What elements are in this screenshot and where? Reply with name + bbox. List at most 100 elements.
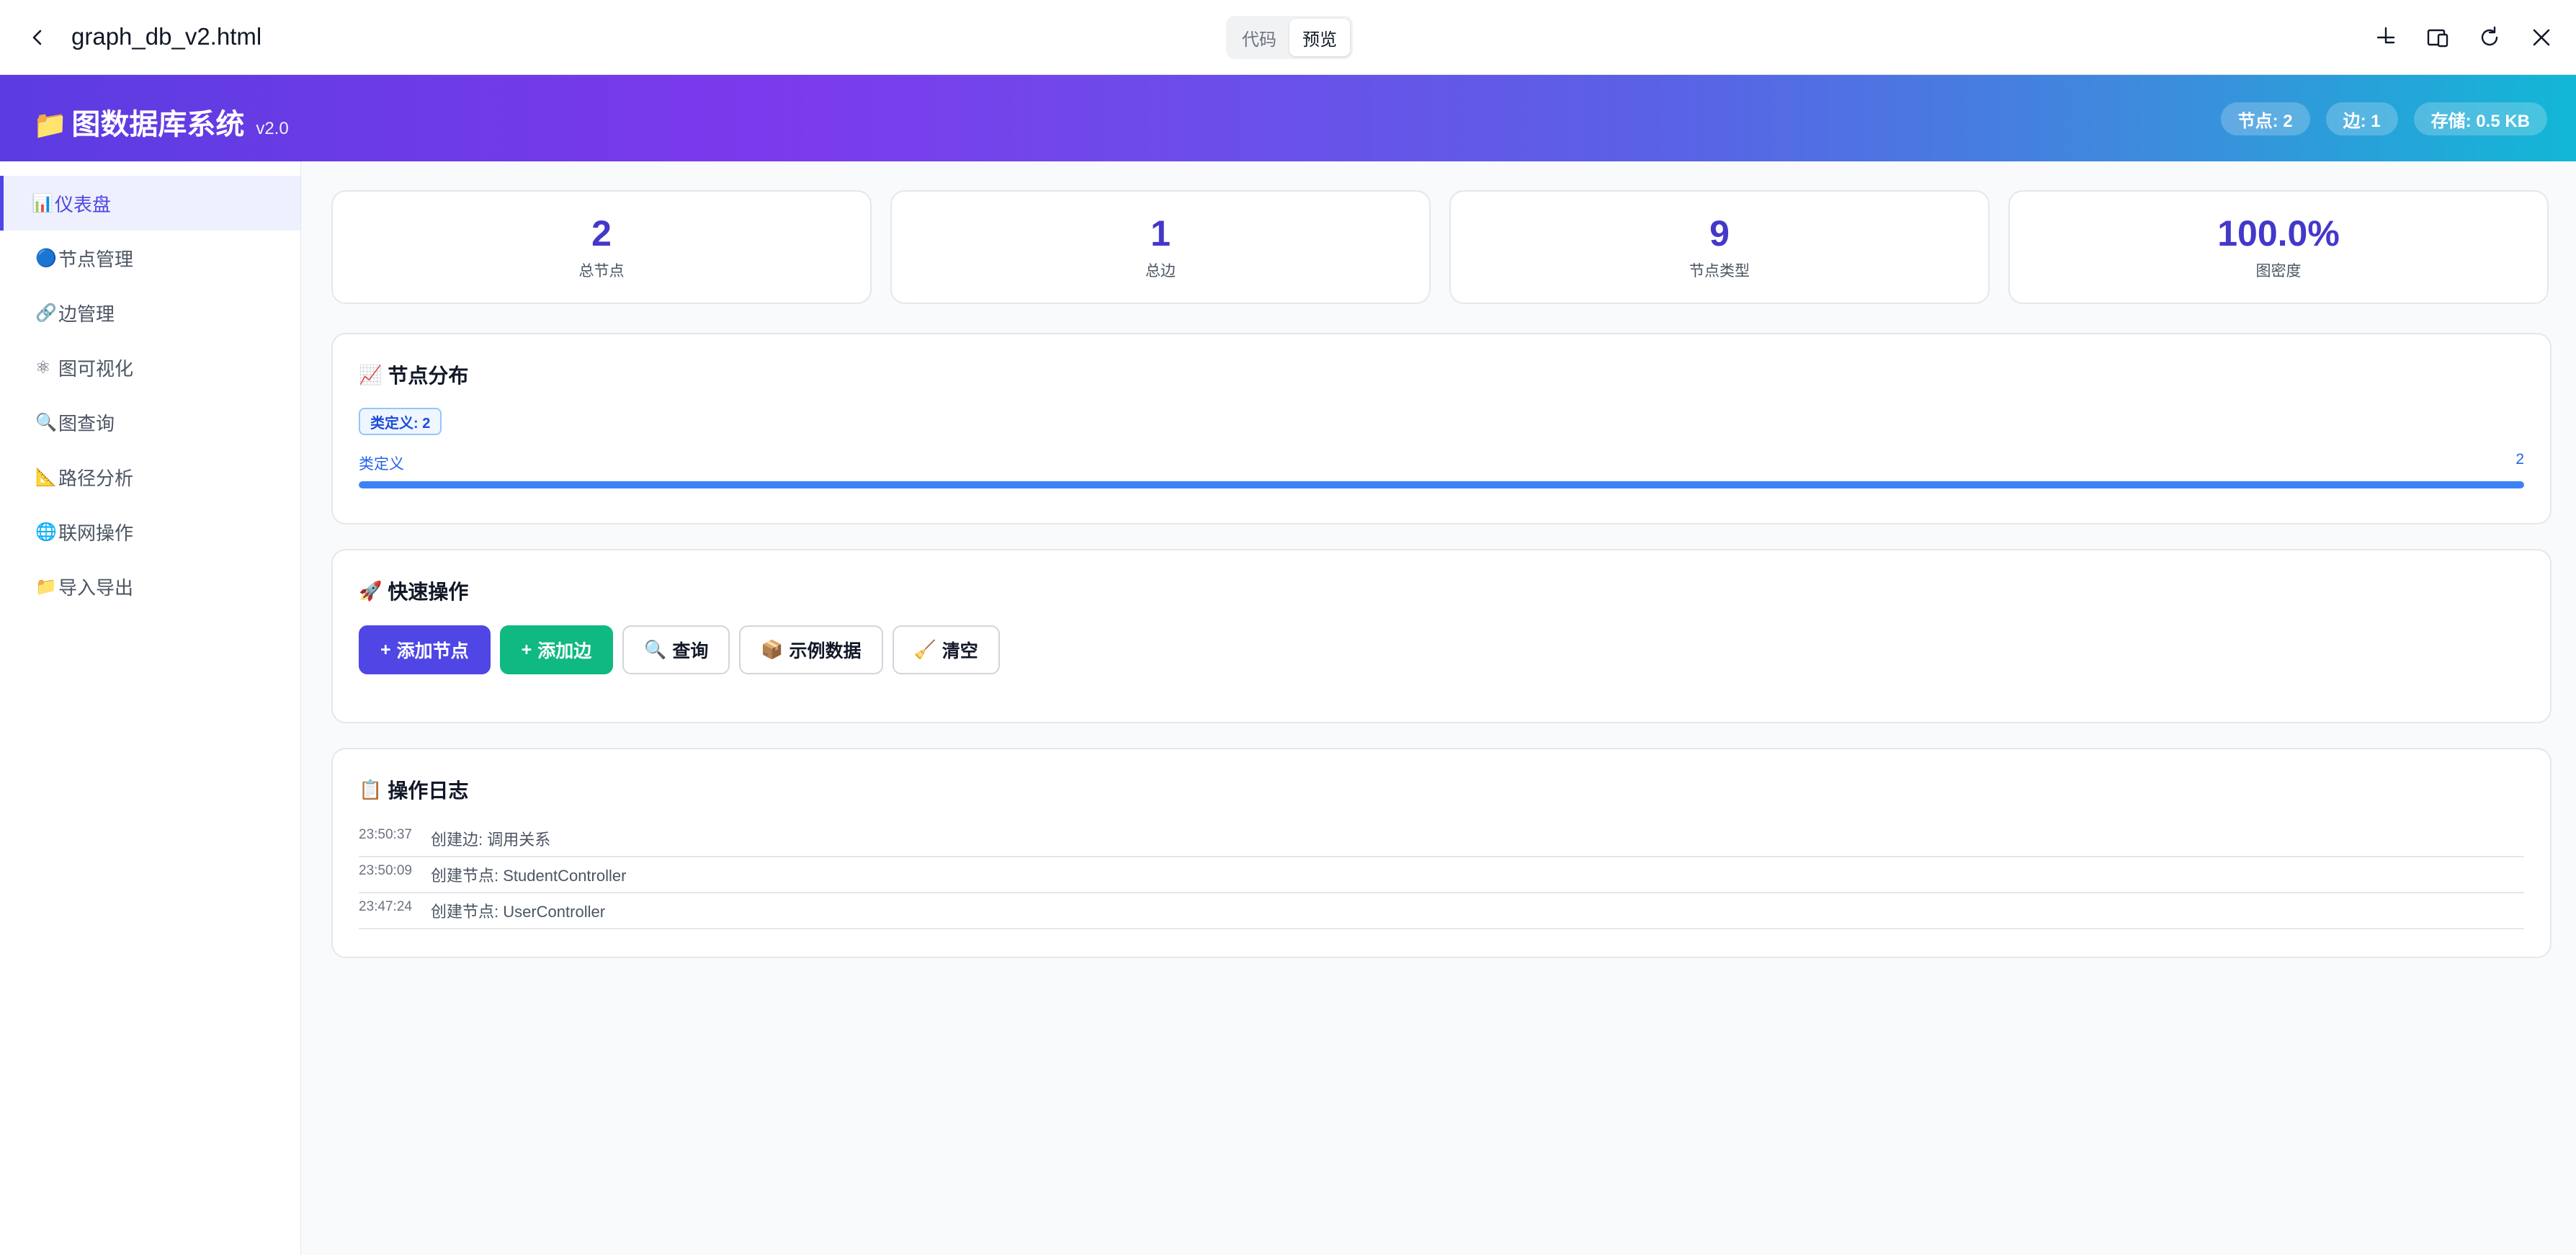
log-text: 创建节点: UserController xyxy=(431,903,606,921)
plus-icon: + xyxy=(521,639,532,660)
sidebar-item-path-analysis[interactable]: 📐 路径分析 xyxy=(0,450,300,504)
search-icon: 🔍 xyxy=(35,412,57,432)
node-count-badge: 节点: 2 xyxy=(2220,102,2310,135)
panel-title: 🚀 快速操作 xyxy=(359,576,468,605)
refresh-icon[interactable] xyxy=(2474,22,2505,53)
app-version: v2.0 xyxy=(256,119,289,138)
stat-card-total-nodes: 2 总节点 xyxy=(331,190,872,304)
sidebar-item-label: 联网操作 xyxy=(58,522,134,544)
quick-actions-panel: 🚀 快速操作 + 添加节点 + 添加边 🔍 查询 📦 示例数据 🧹 清空 xyxy=(331,549,2552,723)
clear-button[interactable]: 🧹 清空 xyxy=(892,625,1000,674)
app-header: 📁 图数据库系统 v2.0 节点: 2 边: 1 存储: 0.5 KB xyxy=(0,75,2576,161)
device-icon[interactable] xyxy=(2422,22,2454,53)
brand: 📁 图数据库系统 v2.0 xyxy=(33,101,289,143)
stat-label: 总边 xyxy=(1145,262,1176,280)
button-label: 示例数据 xyxy=(789,641,862,661)
stat-card-node-types: 9 节点类型 xyxy=(1449,190,1990,304)
panel-title-text: 操作日志 xyxy=(388,780,469,802)
sidebar-item-label: 导入导出 xyxy=(58,576,134,599)
package-icon: 📦 xyxy=(761,639,784,660)
rocket-icon: 🚀 xyxy=(359,579,383,602)
stat-card-total-edges: 1 总边 xyxy=(890,190,1431,304)
globe-icon: 🌐 xyxy=(35,522,57,542)
log-text: 创建节点: StudentController xyxy=(431,867,627,885)
sidebar-item-label: 边管理 xyxy=(58,303,115,325)
stat-label: 节点类型 xyxy=(1689,262,1750,280)
operation-log-panel: 📋 操作日志 23:50:37 创建边: 调用关系 23:50:09 创建节点:… xyxy=(331,748,2552,958)
log-time: 23:47:24 xyxy=(359,899,412,914)
bar-value: 2 xyxy=(2515,451,2524,468)
button-label: 清空 xyxy=(942,641,978,661)
panel-title: 📋 操作日志 xyxy=(359,775,468,804)
stat-value: 2 xyxy=(591,213,612,254)
log-time: 23:50:37 xyxy=(359,827,412,842)
panel-title-text: 节点分布 xyxy=(388,365,469,387)
sidebar-item-network[interactable]: 🌐 联网操作 xyxy=(0,504,300,559)
distribution-bar-fill xyxy=(359,481,2524,488)
close-icon[interactable] xyxy=(2526,22,2557,53)
sidebar-item-nodes[interactable]: 🔵 节点管理 xyxy=(0,231,300,285)
stat-value: 9 xyxy=(1709,213,1730,254)
atom-icon: ⚛ xyxy=(35,357,51,378)
sidebar-item-query[interactable]: 🔍 图查询 xyxy=(0,395,300,450)
sidebar-item-label: 路径分析 xyxy=(58,467,134,489)
file-name: graph_db_v2.html xyxy=(71,23,262,50)
sidebar-item-label: 图可视化 xyxy=(58,357,134,380)
main-content: 2 总节点 1 总边 9 节点类型 100.0% 图密度 📈 节点分布 类定义:… xyxy=(331,190,2552,958)
log-entry: 23:47:24 创建节点: UserController xyxy=(359,893,2524,929)
sidebar-item-dashboard[interactable]: 📊 仪表盘 xyxy=(0,176,300,231)
stat-value: 1 xyxy=(1150,213,1171,254)
button-label: 查询 xyxy=(672,641,709,661)
query-button[interactable]: 🔍 查询 xyxy=(622,625,730,674)
tab-code[interactable]: 代码 xyxy=(1229,19,1289,56)
log-time: 23:50:09 xyxy=(359,863,412,878)
button-label: 添加节点 xyxy=(396,641,469,661)
broom-icon: 🧹 xyxy=(913,639,936,660)
button-label: 添加边 xyxy=(537,641,592,661)
panel-title-text: 快速操作 xyxy=(388,581,469,603)
sample-data-button[interactable]: 📦 示例数据 xyxy=(739,625,883,674)
blue-circle-icon: 🔵 xyxy=(35,248,57,268)
sidebar-item-edges[interactable]: 🔗 边管理 xyxy=(0,285,300,340)
edge-count-badge: 边: 1 xyxy=(2325,102,2398,135)
sidebar-item-import-export[interactable]: 📁 导入导出 xyxy=(0,559,300,614)
add-edge-button[interactable]: + 添加边 xyxy=(499,625,614,674)
stat-value: 100.0% xyxy=(2217,213,2340,254)
sidebar: 📊 仪表盘 🔵 节点管理 🔗 边管理 ⚛ 图可视化 🔍 图查询 📐 路径分析 🌐… xyxy=(0,161,301,1255)
node-distribution-panel: 📈 节点分布 类定义: 2 类定义 2 xyxy=(331,333,2552,524)
window-topbar: graph_db_v2.html 代码 预览 xyxy=(0,0,2576,75)
sidebar-item-label: 图查询 xyxy=(58,412,115,434)
log-list: 23:50:37 创建边: 调用关系 23:50:09 创建节点: Studen… xyxy=(359,821,2524,929)
panel-title: 📈 节点分布 xyxy=(359,360,468,389)
plus-icon: + xyxy=(380,639,391,660)
stat-label: 图密度 xyxy=(2255,262,2302,280)
type-badge: 类定义: 2 xyxy=(359,408,442,435)
app-title: 图数据库系统 xyxy=(71,109,245,140)
folder-icon: 📁 xyxy=(33,110,68,140)
add-node-button[interactable]: + 添加节点 xyxy=(359,625,491,674)
crop-icon[interactable] xyxy=(2370,22,2402,53)
log-text: 创建边: 调用关系 xyxy=(431,831,551,849)
header-stats: 节点: 2 边: 1 存储: 0.5 KB xyxy=(2220,102,2547,135)
storage-badge: 存储: 0.5 KB xyxy=(2413,102,2547,135)
view-switcher: 代码 预览 xyxy=(1226,16,1353,59)
sidebar-item-label: 仪表盘 xyxy=(55,193,112,215)
link-icon: 🔗 xyxy=(35,303,57,323)
log-entry: 23:50:09 创建节点: StudentController xyxy=(359,857,2524,893)
clipboard-icon: 📋 xyxy=(359,778,383,800)
bar-chart-icon: 📊 xyxy=(32,193,53,213)
stats-row: 2 总节点 1 总边 9 节点类型 100.0% 图密度 xyxy=(331,190,2552,304)
distribution-bar xyxy=(359,481,2524,488)
bar-label: 类定义 xyxy=(359,456,404,473)
triangle-ruler-icon: 📐 xyxy=(35,467,57,487)
sidebar-item-label: 节点管理 xyxy=(58,248,134,270)
log-entry: 23:50:37 创建边: 调用关系 xyxy=(359,821,2524,857)
stat-card-graph-density: 100.0% 图密度 xyxy=(2008,190,2549,304)
tab-preview[interactable]: 预览 xyxy=(1289,19,1350,56)
folder-icon: 📁 xyxy=(35,576,57,597)
stat-label: 总节点 xyxy=(578,262,625,280)
search-icon: 🔍 xyxy=(644,639,667,660)
chart-up-icon: 📈 xyxy=(359,363,383,385)
sidebar-item-visualization[interactable]: ⚛ 图可视化 xyxy=(0,340,300,395)
back-icon[interactable] xyxy=(22,22,53,53)
